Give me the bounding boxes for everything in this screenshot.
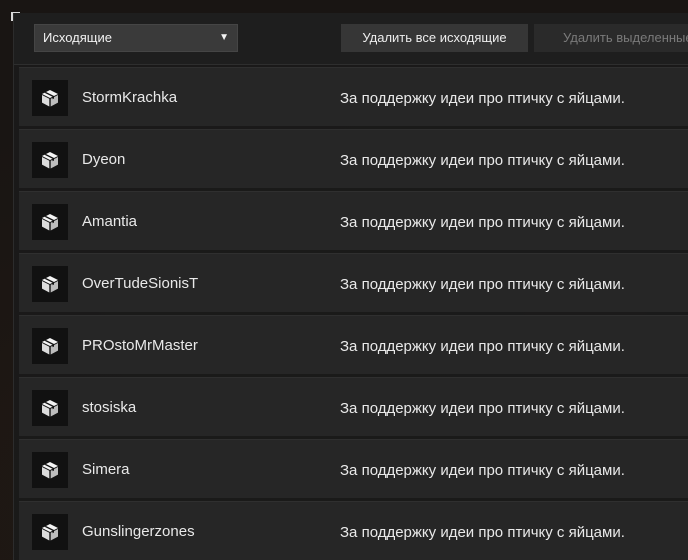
- gift-box-icon: [32, 204, 68, 240]
- sender-name: Gunslingerzones: [82, 523, 195, 540]
- request-message: За поддержку идеи про птичку с яйцами.: [340, 524, 625, 541]
- sender-name: stosiska: [82, 399, 137, 416]
- request-message: За поддержку идеи про птичку с яйцами.: [340, 338, 625, 355]
- request-message: За поддержку идеи про птичку с яйцами.: [340, 400, 625, 417]
- delete-selected-button: Удалить выделенные: [534, 24, 688, 52]
- request-message: За поддержку идеи про птичку с яйцами.: [340, 462, 625, 479]
- caret-down-icon: ▼: [219, 32, 229, 43]
- sender-name: StormKrachka: [82, 89, 178, 106]
- request-row[interactable]: OverTudeSionisT За поддержку идеи про пт…: [19, 253, 688, 312]
- request-row[interactable]: stosiska За поддержку идеи про птичку с …: [19, 377, 688, 436]
- request-row[interactable]: Gunslingerzones За поддержку идеи про пт…: [19, 501, 688, 560]
- filter-dropdown[interactable]: Исходящие ▼: [34, 24, 238, 52]
- screen: Исходящие ▼ Удалить все исходящие Удалит…: [0, 0, 688, 560]
- gift-box-icon: [32, 514, 68, 550]
- gift-box-icon: [32, 142, 68, 178]
- request-list: StormKrachka За поддержку идеи про птичк…: [19, 67, 688, 560]
- request-message: За поддержку идеи про птичку с яйцами.: [340, 152, 625, 169]
- gift-box-icon: [32, 328, 68, 364]
- gift-box-icon: [32, 266, 68, 302]
- sender-name: Dyeon: [82, 151, 126, 168]
- request-row[interactable]: Amantia За поддержку идеи про птичку с я…: [19, 191, 688, 250]
- filter-dropdown-value: Исходящие: [43, 30, 112, 45]
- request-row[interactable]: Simera За поддержку идеи про птичку с яй…: [19, 439, 688, 498]
- sender-name: OverTudeSionisT: [82, 275, 199, 292]
- request-row[interactable]: StormKrachka За поддержку идеи про птичк…: [19, 67, 688, 126]
- gift-box-icon: [32, 80, 68, 116]
- request-row[interactable]: PROstoMrMaster За поддержку идеи про пти…: [19, 315, 688, 374]
- request-message: За поддержку идеи про птичку с яйцами.: [340, 214, 625, 231]
- request-message: За поддержку идеи про птичку с яйцами.: [340, 276, 625, 293]
- sender-name: Simera: [82, 461, 130, 478]
- toolbar: Исходящие ▼ Удалить все исходящие Удалит…: [14, 13, 688, 65]
- gift-box-icon: [32, 452, 68, 488]
- request-message: За поддержку идеи про птичку с яйцами.: [340, 90, 625, 107]
- outgoing-requests-panel: Исходящие ▼ Удалить все исходящие Удалит…: [13, 13, 688, 560]
- sender-name: PROstoMrMaster: [82, 337, 198, 354]
- delete-all-outgoing-button[interactable]: Удалить все исходящие: [341, 24, 528, 52]
- request-row[interactable]: Dyeon За поддержку идеи про птичку с яйц…: [19, 129, 688, 188]
- sender-name: Amantia: [82, 213, 138, 230]
- gift-box-icon: [32, 390, 68, 426]
